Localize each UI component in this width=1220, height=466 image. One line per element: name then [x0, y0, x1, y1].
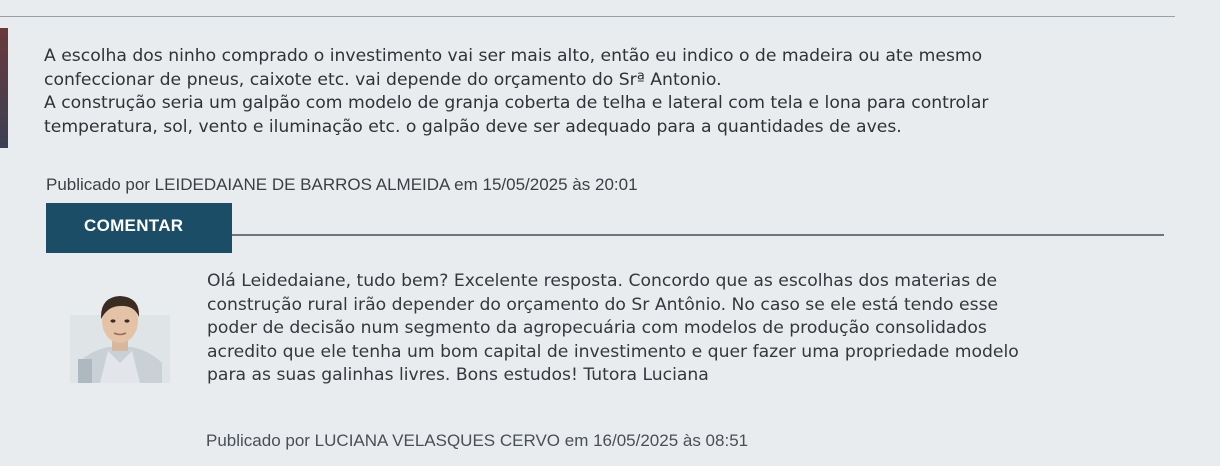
reply-line: acredito que ele tenha um bom capital de…	[207, 341, 1019, 362]
reply-line: Olá Leidedaiane, tudo bem? Excelente res…	[207, 271, 998, 291]
comment-divider	[232, 234, 1164, 236]
reply-line: para as suas galinhas livres. Bons estud…	[207, 365, 709, 385]
avatar	[70, 285, 170, 383]
tutor-photo-avatar-icon	[70, 285, 170, 383]
post-line: A construção seria um galpão com modelo …	[44, 93, 989, 113]
comment-button[interactable]: COMENTAR	[46, 203, 232, 253]
post-meta: Publicado por LEIDEDAIANE DE BARROS ALME…	[46, 175, 638, 194]
post-line: confeccionar de pneus, caixote etc. vai …	[44, 69, 722, 90]
reply-body: Olá Leidedaiane, tudo bem? Excelente res…	[207, 270, 1167, 388]
reply-meta: Publicado por LUCIANA VELASQUES CERVO em…	[206, 431, 749, 450]
post-line: temperatura, sol, vento e iluminação etc…	[44, 116, 902, 137]
reply-line: construção rural irão depender do orçame…	[207, 294, 999, 315]
reply-line: poder de decisão num segmento da agropec…	[207, 318, 987, 338]
post-body: A escolha dos ninho comprado o investime…	[44, 45, 1164, 139]
left-edge-decoration	[0, 28, 8, 148]
top-divider	[0, 16, 1175, 17]
post-line: A escolha dos ninho comprado o investime…	[44, 46, 983, 66]
